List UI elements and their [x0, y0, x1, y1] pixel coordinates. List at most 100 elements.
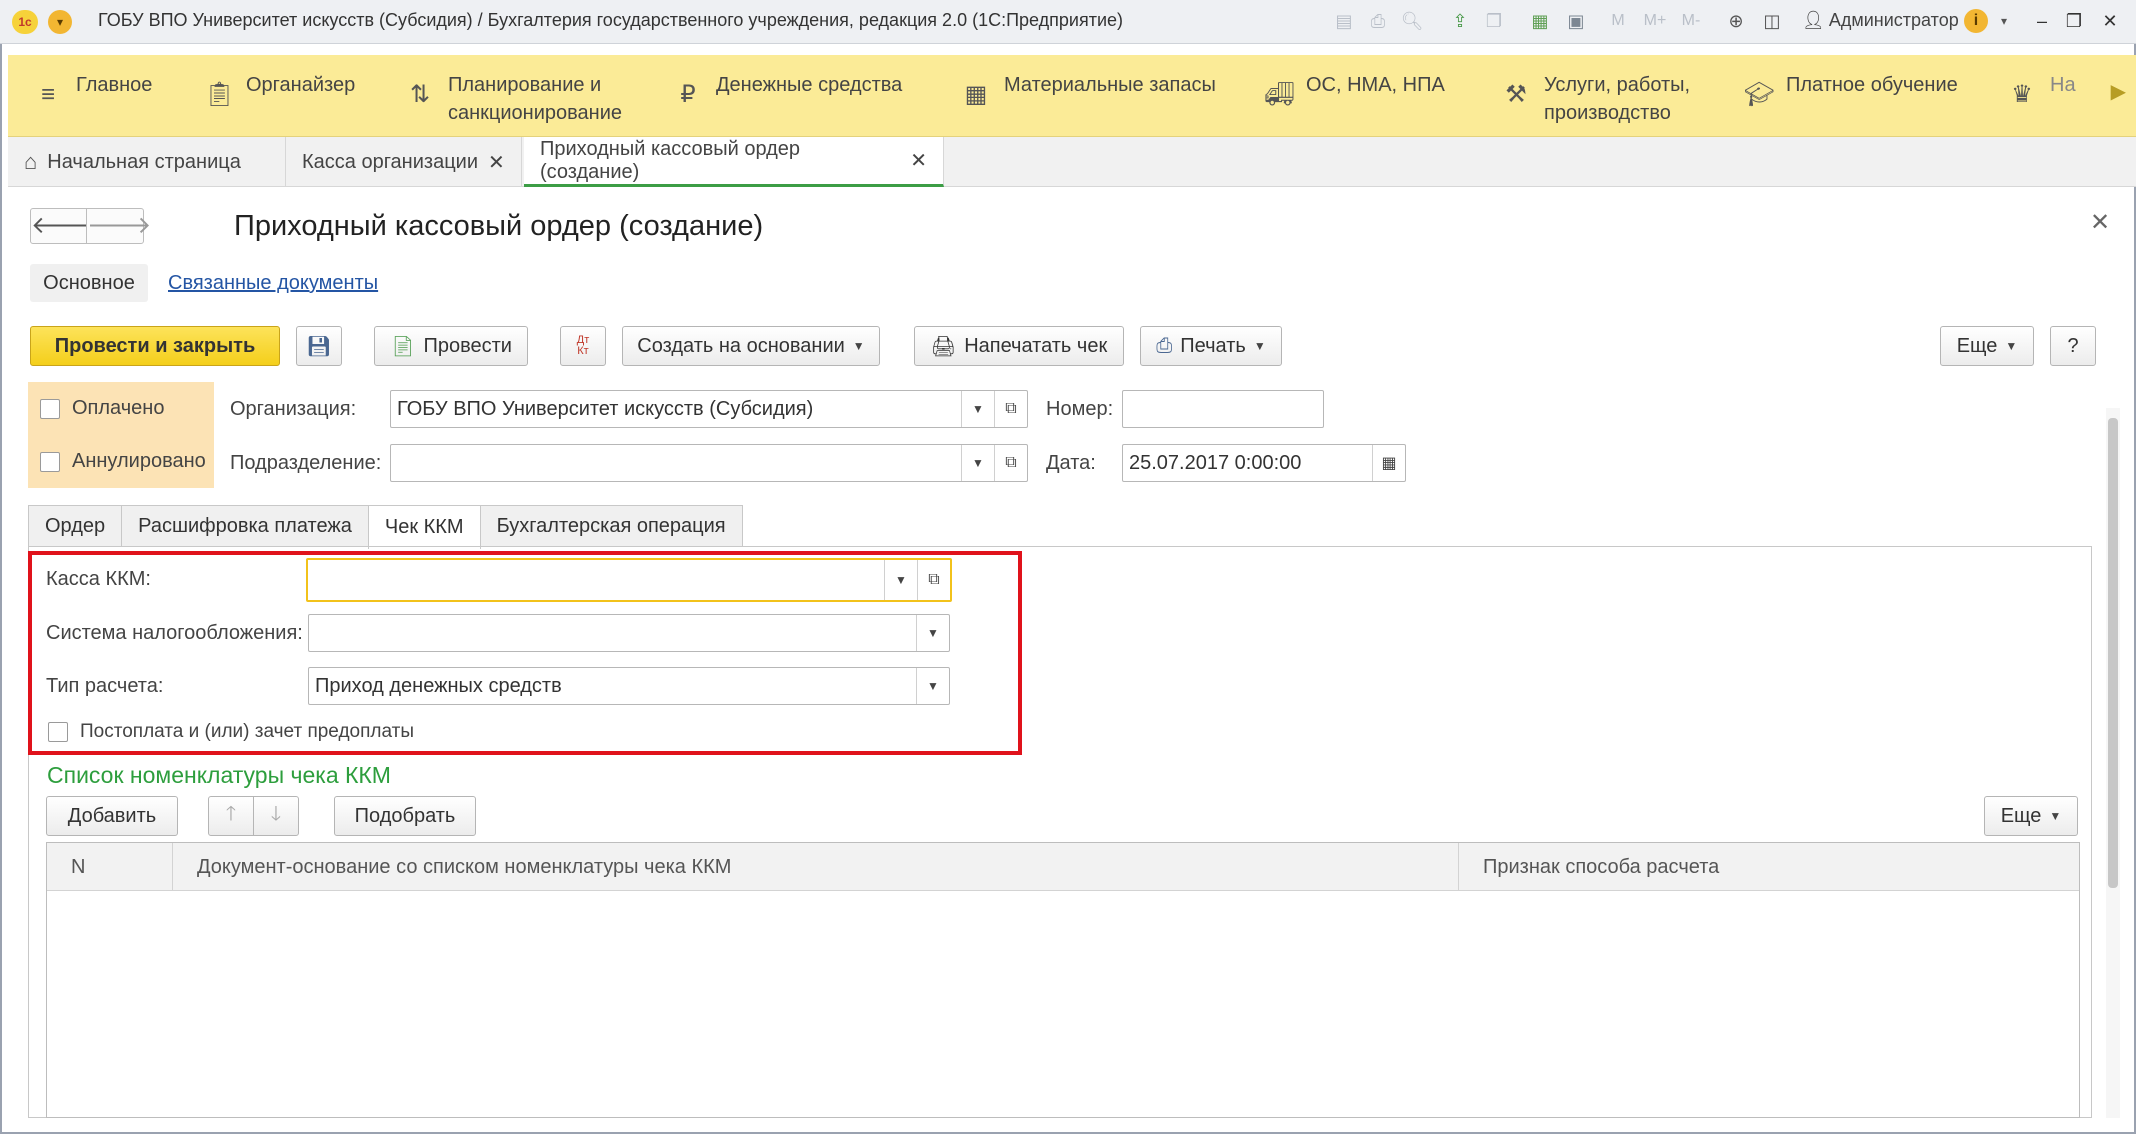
column-payment-method[interactable]: Признак способа расчета [1459, 843, 2081, 891]
restore-icon[interactable]: ❐ [2062, 9, 2086, 33]
minimize-icon[interactable]: – [2030, 9, 2054, 33]
memory-m-icon[interactable]: M [1606, 9, 1630, 33]
pick-button[interactable]: Подобрать [334, 796, 476, 836]
copy-icon[interactable]: ❐ [1482, 9, 1506, 33]
section-planning[interactable]: ⇅ Планирование и санкционирование [406, 71, 622, 127]
section-paid-education[interactable]: 🎓︎ Платное обучение [1744, 71, 1958, 109]
section-more[interactable]: ♛ На [2008, 71, 2075, 109]
back-button[interactable]: 🡐 [30, 208, 95, 244]
tab-receipt-order[interactable]: Приходный кассовый ордер (создание) ✕ [524, 137, 944, 187]
dt-kt-button[interactable]: Дт Кт [560, 326, 606, 366]
add-button[interactable]: Добавить [46, 796, 178, 836]
sections-panel: ≡ Главное 📋︎ Органайзер ⇅ Планирование и… [8, 55, 2136, 137]
main-menu-icon[interactable]: ▾ [48, 10, 72, 34]
list-more-button[interactable]: Еще ▼ [1984, 796, 2078, 836]
floppy-icon: 💾︎ [306, 335, 332, 358]
tools-icon: ⚒ [1505, 81, 1527, 108]
zoom-icon[interactable]: ⊕ [1724, 9, 1748, 33]
sections-scroll-right-icon[interactable]: ▶ [2111, 79, 2126, 104]
related-documents-link[interactable]: Связанные документы [168, 272, 378, 295]
user-menu[interactable]: 👤︎ Администратор [1802, 10, 1959, 31]
section-main[interactable]: ≡ Главное [34, 71, 152, 109]
cancelled-checkbox[interactable] [40, 452, 60, 472]
close-tab-icon[interactable]: ✕ [488, 150, 505, 175]
form-title: Приходный кассовый ордер (создание) [234, 210, 764, 242]
tab-payment-details[interactable]: Расшифровка платежа [121, 505, 369, 547]
form-tab-main[interactable]: Основное [30, 264, 148, 302]
arrow-up-icon: 🡑 [225, 803, 237, 825]
close-window-icon[interactable]: ✕ [2098, 9, 2122, 33]
printer-icon: ⎙ [1156, 334, 1173, 357]
create-based-on-button[interactable]: Создать на основании ▼ [622, 326, 880, 366]
vertical-scrollbar[interactable] [2106, 408, 2120, 1118]
date-label: Дата: [1046, 452, 1096, 474]
memory-plus-icon[interactable]: M+ [1640, 9, 1670, 33]
preview-icon[interactable]: 🔍︎ [1400, 9, 1424, 33]
title-bar: 1c ▾ ГОБУ ВПО Университет искусств (Субс… [0, 0, 2136, 44]
column-n[interactable]: N [47, 843, 173, 891]
app-logo-icon: 1c [12, 10, 38, 34]
close-tab-icon[interactable]: ✕ [910, 148, 927, 173]
tab-order[interactable]: Ордер [28, 505, 123, 547]
grid-icon: ▦ [964, 81, 988, 108]
paid-checkbox[interactable] [40, 399, 60, 419]
kkm-items-table[interactable]: N Документ-основание со списком номенкла… [46, 842, 2080, 1118]
calendar-icon[interactable]: ▣ [1564, 9, 1588, 33]
number-field[interactable] [1122, 390, 1324, 428]
truck-icon: 🚚︎ [1264, 81, 1295, 108]
tab-accounting-operation[interactable]: Бухгалтерская операция [479, 505, 743, 547]
chevron-down-icon: ▼ [1253, 339, 1266, 353]
calculator-icon[interactable]: ▦ [1528, 9, 1552, 33]
arrow-down-icon: 🡓 [270, 803, 282, 825]
chevron-down-icon[interactable]: ▼ [961, 445, 994, 481]
section-money[interactable]: ₽ Денежные средства [674, 71, 902, 109]
tab-home[interactable]: ⌂ Начальная страница [8, 137, 286, 187]
chevron-down-icon: ▼ [852, 339, 865, 353]
section-services[interactable]: ⚒ Услуги, работы, производство [1502, 71, 1690, 127]
chevron-down-icon: ▼ [2049, 809, 2062, 823]
clipboard-icon: 📋︎ [204, 81, 235, 108]
memory-minus-icon[interactable]: M- [1676, 9, 1706, 33]
open-icon[interactable]: ⧉ [994, 391, 1027, 427]
more-actions-button[interactable]: Еще ▼ [1940, 326, 2034, 366]
help-button[interactable]: ? [2050, 326, 2096, 366]
info-dropdown-icon[interactable]: ▾ [1992, 9, 2016, 33]
move-up-button[interactable]: 🡑 [208, 796, 254, 836]
kkm-items-title: Список номенклатуры чека ККМ [47, 762, 391, 788]
calendar-icon[interactable]: ▦ [1372, 445, 1405, 481]
tab-kkm-check[interactable]: Чек ККМ [367, 505, 481, 549]
info-icon[interactable]: i [1964, 9, 1988, 33]
document-tabs: Ордер Расшифровка платежа Чек ККМ Бухгал… [28, 505, 743, 549]
move-down-button[interactable]: 🡓 [253, 796, 299, 836]
column-document[interactable]: Документ-основание со списком номенклату… [173, 843, 1459, 891]
save-button[interactable]: 💾︎ [296, 326, 342, 366]
number-label: Номер: [1046, 398, 1114, 420]
tab-cashbox[interactable]: Касса организации ✕ [286, 137, 522, 187]
chevron-down-icon[interactable]: ▼ [961, 391, 994, 427]
post-and-close-button[interactable]: Провести и закрыть [30, 326, 280, 366]
open-icon[interactable]: ⧉ [994, 445, 1027, 481]
section-fixed-assets[interactable]: 🚚︎ ОС, НМА, НПА [1264, 71, 1445, 109]
date-field[interactable]: 25.07.2017 0:00:00 ▦ [1122, 444, 1406, 482]
division-label: Подразделение: [230, 452, 382, 474]
print-check-button[interactable]: 🖨︎ Напечатать чек [914, 326, 1124, 366]
section-organizer[interactable]: 📋︎ Органайзер [204, 71, 355, 109]
panel-icon[interactable]: ◫ [1760, 9, 1784, 33]
cancelled-label: Аннулировано [72, 450, 206, 472]
section-inventory[interactable]: ▦ Материальные запасы [962, 71, 1216, 109]
post-button[interactable]: 📄︎ Провести [374, 326, 528, 366]
print-button[interactable]: ⎙ Печать ▼ [1140, 326, 1282, 366]
paid-label: Оплачено [72, 397, 165, 419]
menu-icon: ≡ [40, 81, 55, 108]
graduation-icon: 🎓︎ [1744, 81, 1775, 108]
division-field[interactable]: ▼ ⧉ [390, 444, 1028, 482]
save-icon[interactable]: ▤ [1332, 9, 1356, 33]
open-windows-bar: ⌂ Начальная страница Касса организации ✕… [8, 137, 2136, 187]
scrollbar-thumb[interactable] [2108, 418, 2118, 888]
dt-kt-icon: Дт Кт [576, 334, 590, 357]
forward-button[interactable]: 🡒 [86, 208, 151, 244]
organization-field[interactable]: ГОБУ ВПО Университет искусств (Субсидия)… [390, 390, 1028, 428]
upload-icon[interactable]: ⇪ [1448, 9, 1472, 33]
print-icon[interactable]: ⎙ [1366, 9, 1390, 33]
close-form-icon[interactable]: ✕ [2090, 208, 2110, 237]
